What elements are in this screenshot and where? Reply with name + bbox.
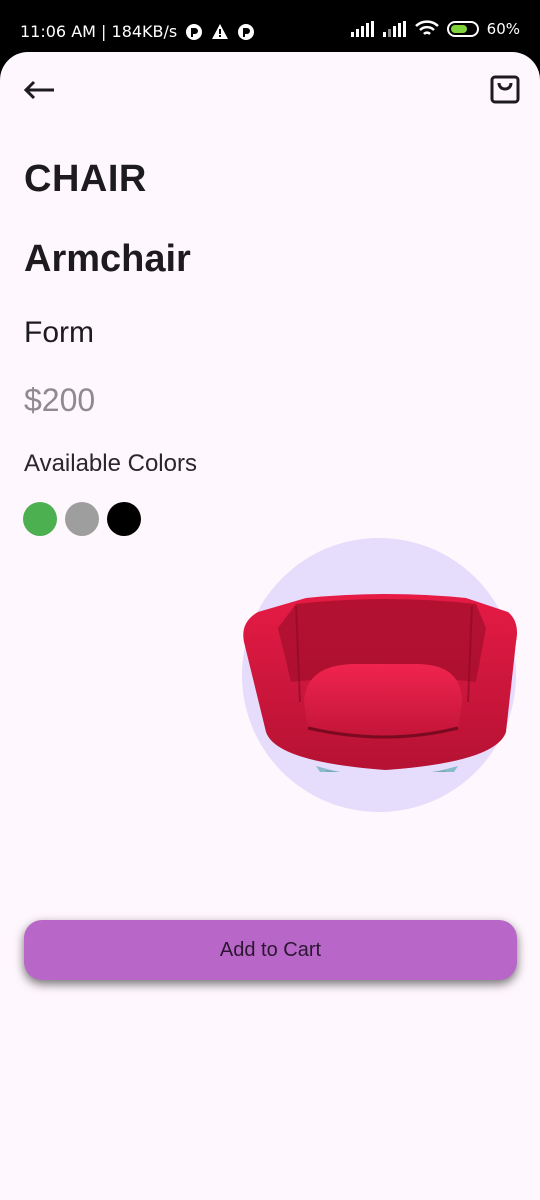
status-right: 60% — [350, 20, 520, 38]
signal-icon — [350, 21, 374, 37]
status-left: 11:06 AM | 184KB/s — [20, 22, 255, 41]
battery-icon — [446, 21, 479, 37]
shopping-bag-icon[interactable] — [490, 74, 520, 104]
notification-icon — [186, 23, 203, 40]
battery-percent: 60% — [486, 20, 520, 38]
color-swatches — [23, 502, 141, 536]
warning-icon — [212, 23, 229, 39]
product-price: $200 — [24, 382, 96, 418]
product-name: Armchair — [24, 238, 191, 280]
status-time: 11:06 AM | 184KB/s — [20, 22, 178, 41]
product-category: CHAIR — [24, 158, 147, 200]
color-swatch-green[interactable] — [23, 502, 57, 536]
available-colors-label: Available Colors — [24, 450, 197, 477]
product-brand: Form — [24, 316, 94, 349]
wifi-icon — [414, 20, 439, 35]
status-bar: 11:06 AM | 184KB/s 60% — [0, 0, 540, 52]
color-swatch-grey[interactable] — [65, 502, 99, 536]
notification-icon-2 — [238, 23, 255, 40]
signal-icon-2 — [382, 21, 406, 37]
color-swatch-black[interactable] — [107, 502, 141, 536]
armchair-image — [243, 594, 518, 772]
arrow-back-icon[interactable] — [22, 76, 58, 104]
product-detail-screen: CHAIR Armchair Form $200 Available Color… — [0, 52, 540, 1200]
add-to-cart-button[interactable]: Add to Cart — [24, 920, 517, 980]
